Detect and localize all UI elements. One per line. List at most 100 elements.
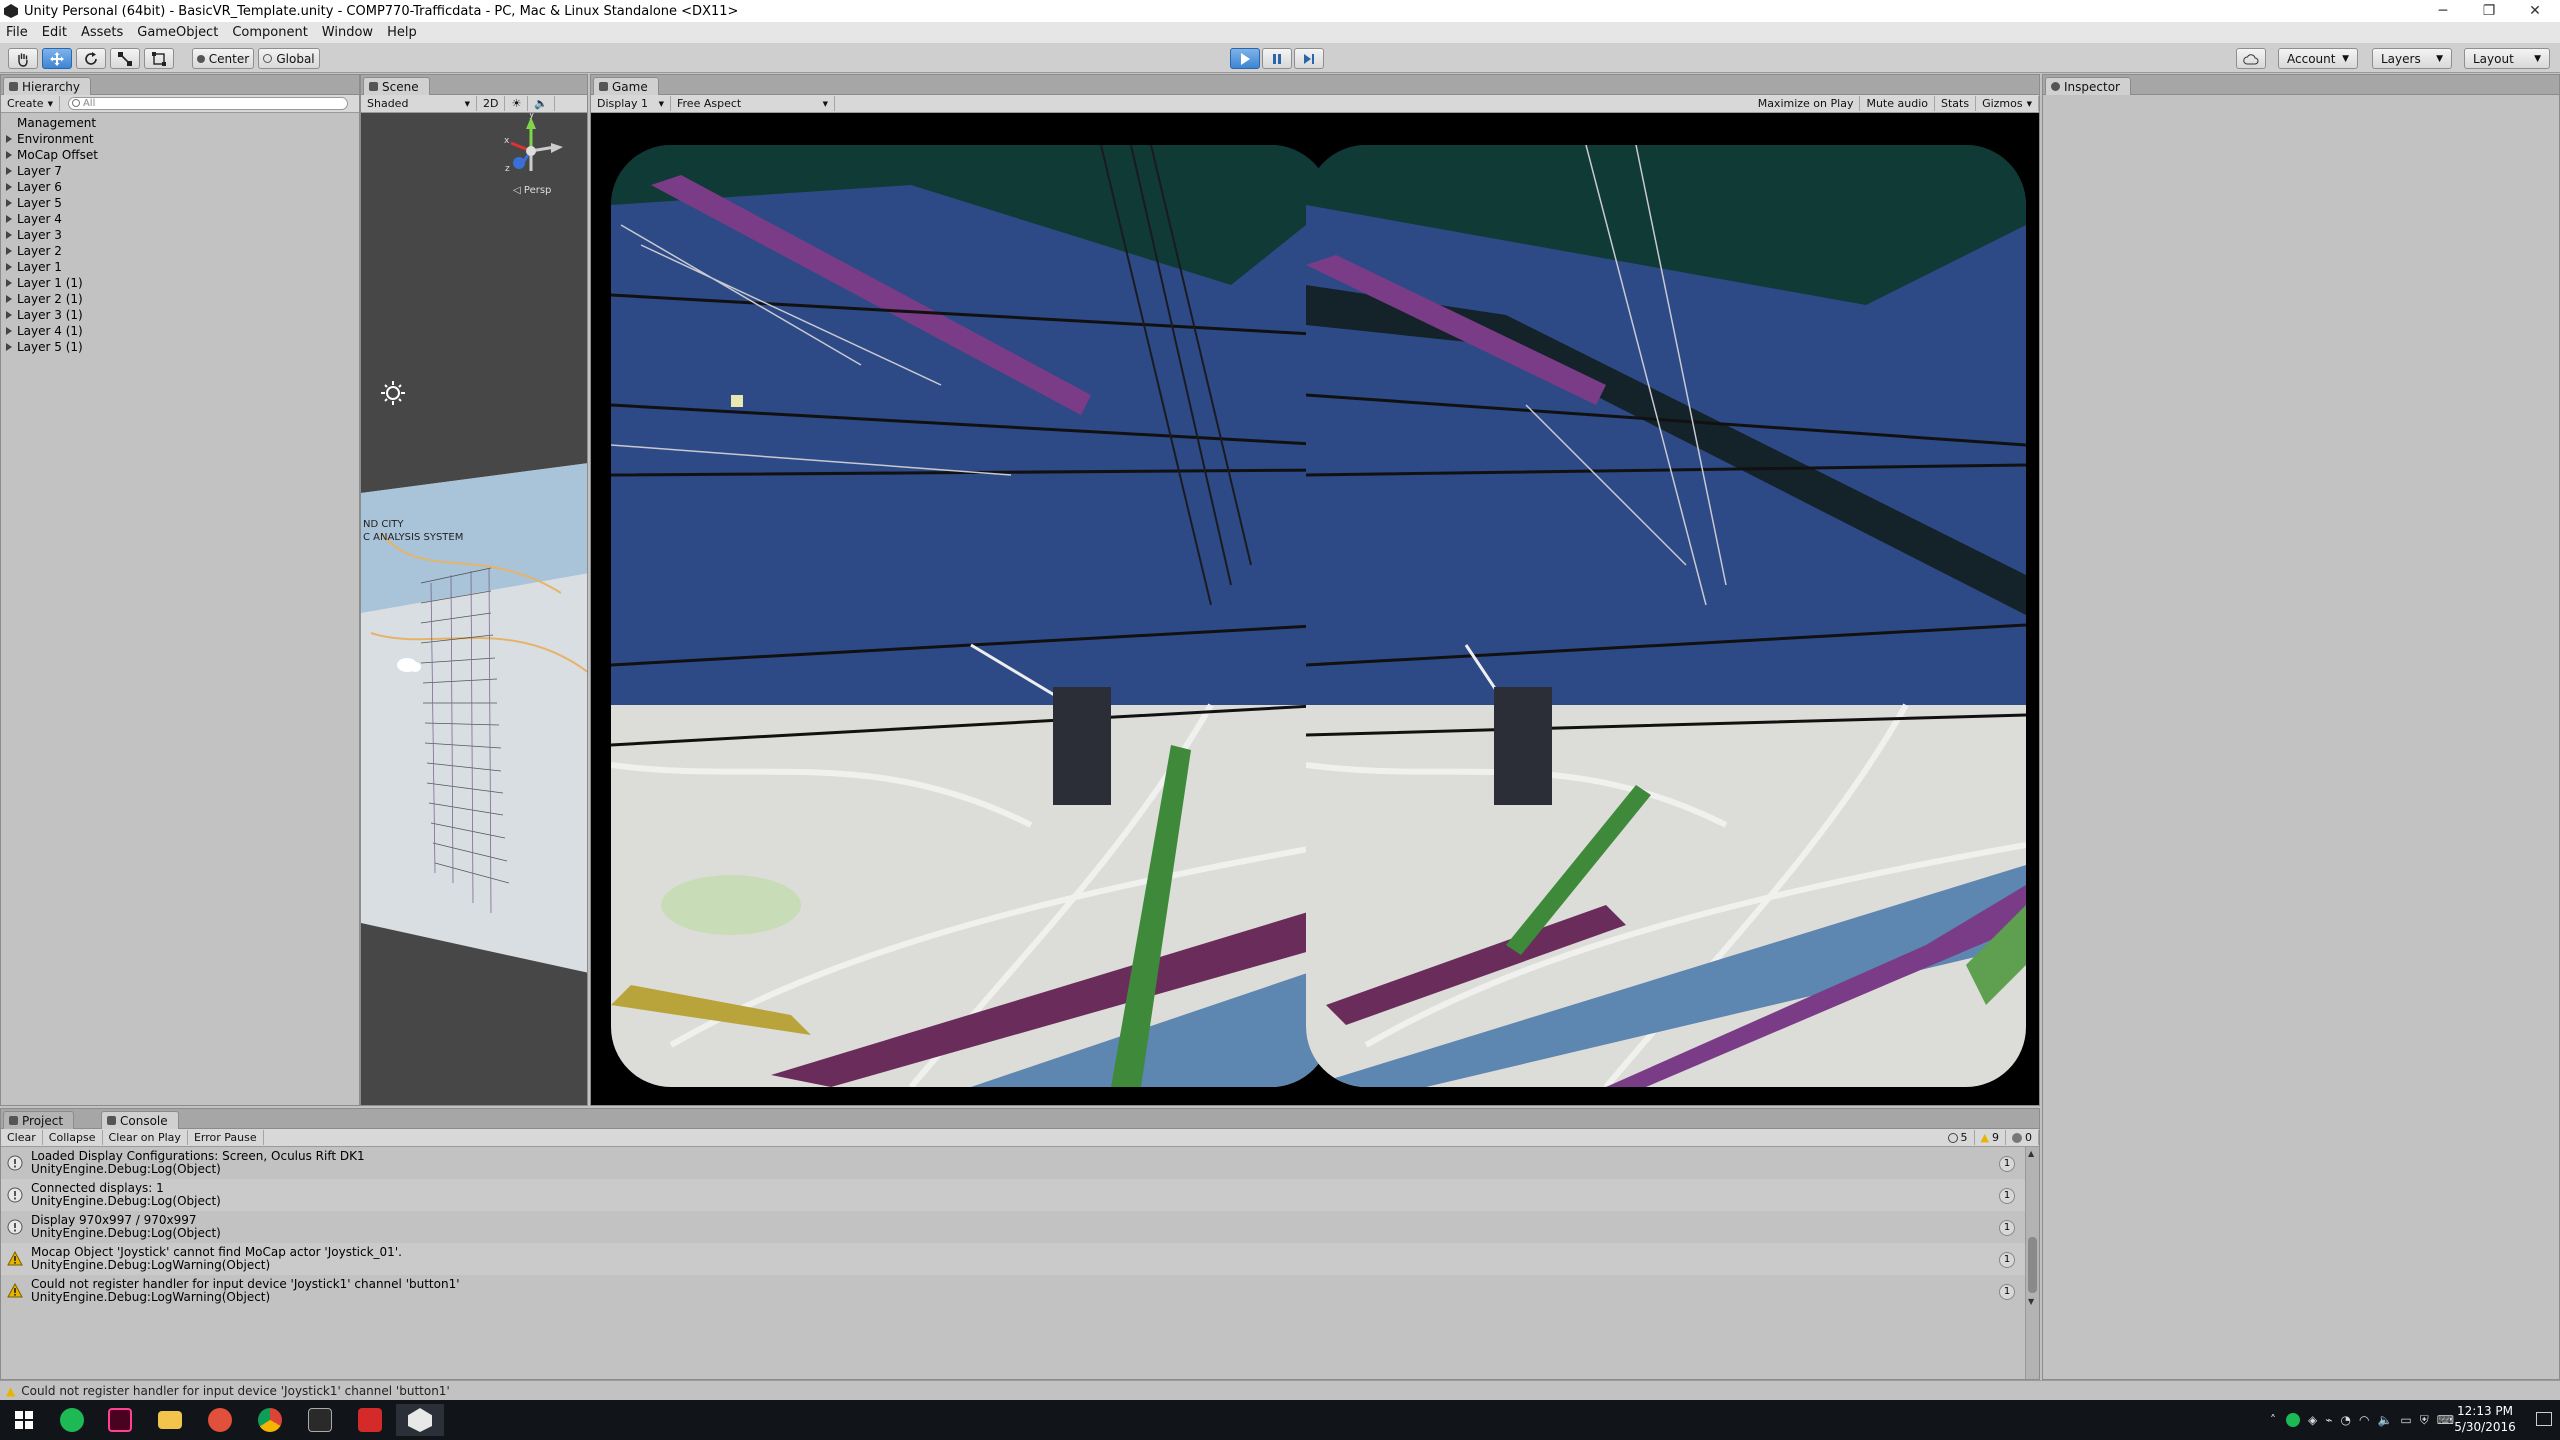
expand-arrow-icon[interactable]: [6, 183, 12, 191]
persp-label[interactable]: ◁ Persp: [513, 185, 551, 196]
hierarchy-search-input[interactable]: All: [67, 97, 348, 110]
cloud-services-button[interactable]: [2236, 48, 2266, 69]
taskbar-unity-app[interactable]: [296, 1404, 344, 1436]
warning-filter-toggle[interactable]: ▲ 9: [1975, 1130, 2006, 1145]
battery-icon[interactable]: ▭: [2400, 1413, 2411, 1427]
shading-mode-dropdown[interactable]: Shaded ▼: [361, 96, 477, 111]
console-entry[interactable]: Display 970x997 / 970x997 UnityEngine.De…: [1, 1211, 2025, 1243]
menu-component[interactable]: Component: [232, 25, 307, 40]
hierarchy-item[interactable]: Layer 1 (1): [1, 275, 359, 291]
expand-arrow-icon[interactable]: [6, 279, 12, 287]
collapse-toggle[interactable]: Collapse: [43, 1130, 103, 1145]
hierarchy-item[interactable]: Layer 2: [1, 243, 359, 259]
volume-icon[interactable]: 🔈: [2377, 1413, 2392, 1427]
expand-arrow-icon[interactable]: [6, 311, 12, 319]
hierarchy-item[interactable]: Layer 5: [1, 195, 359, 211]
info-filter-toggle[interactable]: 5: [1942, 1130, 1975, 1145]
spotify-tray-icon[interactable]: [2286, 1413, 2300, 1427]
clear-button[interactable]: Clear: [1, 1130, 43, 1145]
taskbar-clock[interactable]: 12:13 PM 5/30/2016: [2450, 1403, 2520, 1435]
expand-arrow-icon[interactable]: [6, 215, 12, 223]
expand-arrow-icon[interactable]: [6, 231, 12, 239]
taskbar-file-explorer[interactable]: [146, 1404, 194, 1436]
hierarchy-item[interactable]: Layer 3 (1): [1, 307, 359, 323]
console-entry[interactable]: Mocap Object 'Joystick' cannot find MoCa…: [1, 1243, 2025, 1275]
hierarchy-item[interactable]: Layer 1: [1, 259, 359, 275]
taskbar-indesign[interactable]: [96, 1404, 144, 1436]
expand-arrow-icon[interactable]: [6, 199, 12, 207]
menu-edit[interactable]: Edit: [42, 25, 67, 40]
menu-assets[interactable]: Assets: [81, 25, 123, 40]
scene-viewport[interactable]: ND CITY C ANALYSIS SYSTEM y x z ◁ Persp: [361, 113, 587, 1105]
console-scrollbar[interactable]: ▲ ▼: [2025, 1147, 2039, 1379]
aspect-dropdown[interactable]: Free Aspect ▼: [671, 96, 835, 111]
create-dropdown[interactable]: Create ▼: [1, 96, 60, 111]
error-filter-toggle[interactable]: 0: [2006, 1130, 2039, 1145]
maximize-button[interactable]: ❐: [2466, 0, 2512, 22]
console-entry[interactable]: Could not register handler for input dev…: [1, 1275, 2025, 1307]
scroll-down-arrow-icon[interactable]: ▼: [2028, 1297, 2034, 1306]
hierarchy-item[interactable]: Management: [1, 115, 359, 131]
hierarchy-item[interactable]: MoCap Offset: [1, 147, 359, 163]
tab-hierarchy[interactable]: Hierarchy: [3, 77, 92, 95]
rotate-tool-button[interactable]: [76, 48, 106, 69]
taskbar-unity-editor[interactable]: [396, 1404, 444, 1436]
hierarchy-item[interactable]: Layer 7: [1, 163, 359, 179]
hierarchy-item[interactable]: Layer 4: [1, 211, 359, 227]
menu-window[interactable]: Window: [322, 25, 373, 40]
minimize-button[interactable]: ─: [2420, 0, 2466, 22]
status-bar[interactable]: ▲ Could not register handler for input d…: [0, 1380, 2560, 1400]
stats-toggle[interactable]: Stats: [1935, 96, 1977, 111]
console-entry[interactable]: Connected displays: 1 UnityEngine.Debug:…: [1, 1179, 2025, 1211]
security-icon[interactable]: ⛨: [2420, 1413, 2429, 1428]
tab-project[interactable]: Project: [3, 1111, 75, 1129]
rect-tool-button[interactable]: [144, 48, 174, 69]
expand-arrow-icon[interactable]: [6, 327, 12, 335]
hierarchy-item[interactable]: Layer 5 (1): [1, 339, 359, 355]
hierarchy-item[interactable]: Layer 3: [1, 227, 359, 243]
console-entry[interactable]: Loaded Display Configurations: Screen, O…: [1, 1147, 2025, 1179]
taskbar-adobe-app[interactable]: [346, 1404, 394, 1436]
2d-toggle[interactable]: 2D: [477, 96, 506, 111]
clear-on-play-toggle[interactable]: Clear on Play: [103, 1130, 188, 1145]
scene-orientation-gizmo[interactable]: y x z ◁ Persp: [499, 113, 579, 203]
show-hidden-icons-icon[interactable]: ˄: [2270, 1413, 2276, 1427]
hierarchy-item[interactable]: Layer 2 (1): [1, 291, 359, 307]
pivot-center-toggle[interactable]: Center: [192, 48, 254, 69]
menu-gameobject[interactable]: GameObject: [137, 25, 218, 40]
lighting-toggle[interactable]: ☀: [505, 96, 529, 111]
taskbar-media-app[interactable]: [196, 1404, 244, 1436]
play-button[interactable]: [1230, 48, 1260, 69]
game-viewport[interactable]: [591, 113, 2039, 1105]
scroll-up-arrow-icon[interactable]: ▲: [2028, 1149, 2034, 1158]
network-icon[interactable]: ◔: [2340, 1413, 2350, 1427]
taskbar-chrome[interactable]: [246, 1404, 294, 1436]
display-dropdown[interactable]: Display 1 ▼: [591, 96, 671, 111]
pivot-global-toggle[interactable]: Global: [258, 48, 320, 69]
hand-tool-button[interactable]: [8, 48, 38, 69]
scale-tool-button[interactable]: [110, 48, 140, 69]
expand-arrow-icon[interactable]: [6, 247, 12, 255]
wifi-icon[interactable]: ◠: [2359, 1413, 2369, 1427]
maximize-on-play-toggle[interactable]: Maximize on Play: [1752, 96, 1861, 111]
hierarchy-item[interactable]: Environment: [1, 131, 359, 147]
notifications-icon[interactable]: [2536, 1412, 2552, 1426]
expand-arrow-icon[interactable]: [6, 135, 12, 143]
account-dropdown[interactable]: Account ▼: [2278, 48, 2358, 69]
expand-arrow-icon[interactable]: [6, 167, 12, 175]
tab-inspector[interactable]: Inspector: [2045, 77, 2131, 95]
tab-scene[interactable]: Scene: [363, 77, 430, 95]
expand-arrow-icon[interactable]: [6, 151, 12, 159]
expand-arrow-icon[interactable]: [6, 263, 12, 271]
gizmos-dropdown[interactable]: Gizmos ▼: [1976, 96, 2039, 111]
move-tool-button[interactable]: [42, 48, 72, 69]
mute-audio-toggle[interactable]: Mute audio: [1860, 96, 1935, 111]
layers-dropdown[interactable]: Layers ▼: [2372, 48, 2452, 69]
unity-tray-icon[interactable]: ◈: [2308, 1413, 2317, 1427]
expand-arrow-icon[interactable]: [6, 343, 12, 351]
expand-arrow-icon[interactable]: [6, 295, 12, 303]
menu-file[interactable]: File: [6, 25, 28, 40]
start-button[interactable]: [0, 1404, 48, 1436]
hierarchy-item[interactable]: Layer 4 (1): [1, 323, 359, 339]
hierarchy-item[interactable]: Layer 6: [1, 179, 359, 195]
